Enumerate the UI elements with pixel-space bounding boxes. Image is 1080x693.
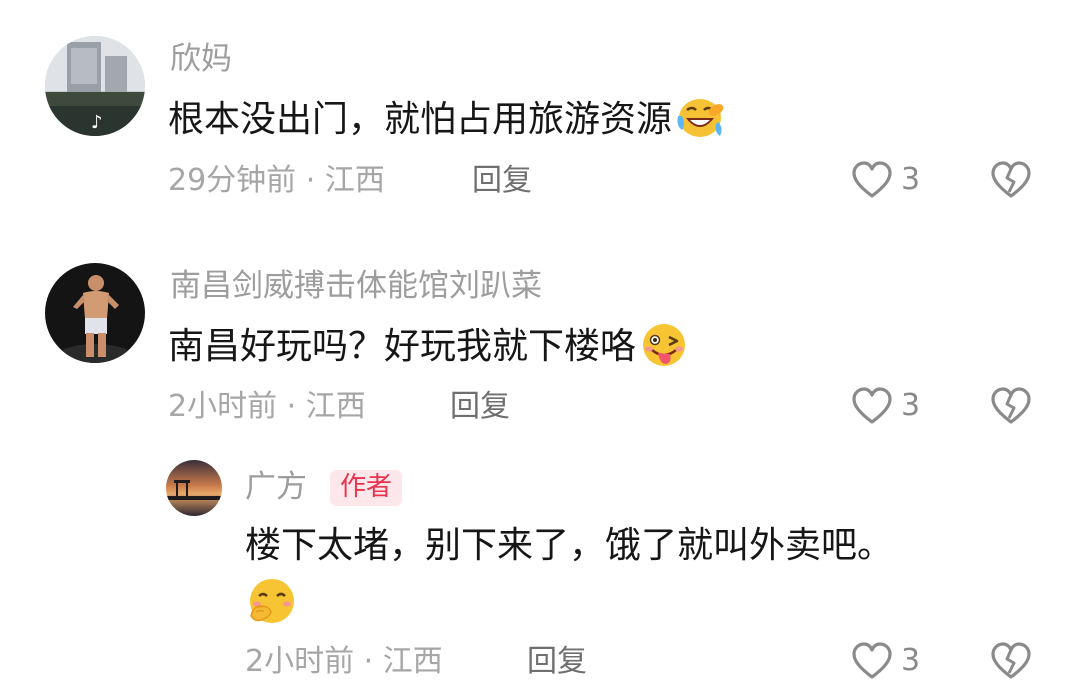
reply-location: 江西: [382, 644, 443, 679]
reply-text: 楼下太堵，别下来了，饿了就叫外卖吧。: [245, 525, 894, 566]
reply-username[interactable]: 广方: [245, 472, 307, 503]
reply-time: 2小时前: [245, 644, 355, 679]
dislike-button[interactable]: [990, 642, 1032, 684]
broken-heart-icon: [991, 642, 1031, 679]
like-count: 3: [901, 643, 921, 678]
like-button[interactable]: 3: [851, 642, 920, 680]
heart-icon: [852, 642, 892, 679]
reply-emoji: [245, 576, 299, 630]
avatar[interactable]: [166, 460, 222, 516]
avatar-image: [166, 460, 222, 516]
reply-item: 广方 作者 楼下太堵，别下来了，饿了就叫外卖吧。 2小时前 · 江西 回复 3: [0, 0, 1080, 693]
reply-button[interactable]: 回复: [527, 647, 587, 677]
reply-meta: 2小时前 · 江西: [245, 647, 443, 677]
author-badge: 作者: [330, 470, 403, 507]
shushing-smile-emoji-icon: [250, 579, 294, 623]
meta-separator: ·: [363, 644, 374, 679]
